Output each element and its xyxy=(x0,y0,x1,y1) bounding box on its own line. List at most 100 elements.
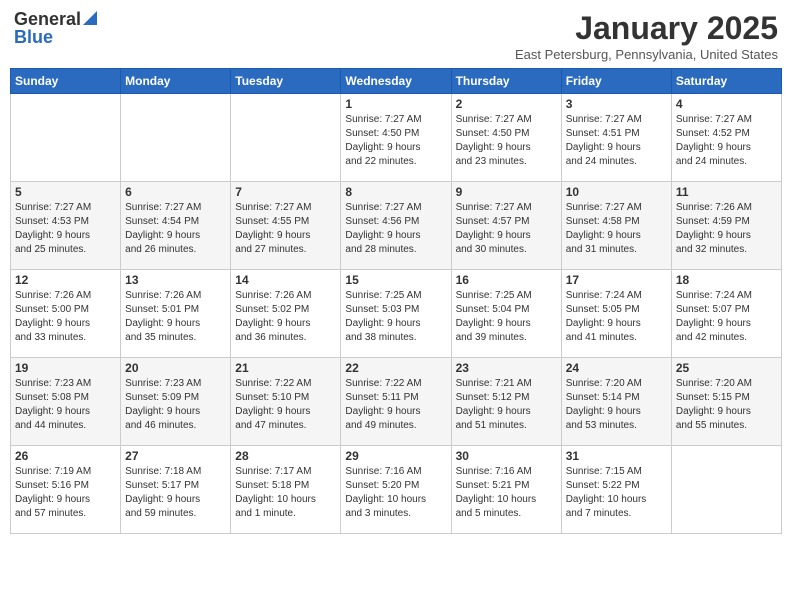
calendar-cell: 12 Sunrise: 7:26 AM Sunset: 5:00 PM Dayli… xyxy=(11,270,121,358)
day-info: Sunrise: 7:26 AM Sunset: 5:00 PM Dayligh… xyxy=(15,289,116,345)
column-header-sunday: Sunday xyxy=(11,69,121,94)
day-number: 30 xyxy=(456,449,557,463)
day-number: 22 xyxy=(345,361,446,375)
day-info: Sunrise: 7:22 AM Sunset: 5:10 PM Dayligh… xyxy=(235,377,336,433)
day-number: 28 xyxy=(235,449,336,463)
calendar-table: SundayMondayTuesdayWednesdayThursdayFrid… xyxy=(10,68,782,534)
calendar-cell: 26Sunrise: 7:19 AM Sunset: 5:16 PM Dayli… xyxy=(11,446,121,534)
day-info: Sunrise: 7:27 AM Sunset: 4:58 PM Dayligh… xyxy=(566,201,667,257)
day-info: Sunrise: 7:24 AM Sunset: 5:07 PM Dayligh… xyxy=(676,289,777,345)
day-info: Sunrise: 7:27 AM Sunset: 4:51 PM Dayligh… xyxy=(566,113,667,169)
calendar-cell: 19 Sunrise: 7:23 AM Sunset: 5:08 PM Dayli… xyxy=(11,358,121,446)
day-info: Sunrise: 7:16 AM Sunset: 5:20 PM Dayligh… xyxy=(345,465,446,521)
calendar-cell: 6 Sunrise: 7:27 AM Sunset: 4:54 PM Daylig… xyxy=(121,182,231,270)
calendar-cell: 4 Sunrise: 7:27 AM Sunset: 4:52 PM Daylig… xyxy=(671,94,781,182)
day-info: Sunrise: 7:15 AM Sunset: 5:22 PM Dayligh… xyxy=(566,465,667,521)
logo-triangle-icon xyxy=(83,11,97,29)
column-header-thursday: Thursday xyxy=(451,69,561,94)
day-number: 18 xyxy=(676,273,777,287)
day-info: Sunrise: 7:27 AM Sunset: 4:56 PM Dayligh… xyxy=(345,201,446,257)
calendar-cell: 20 Sunrise: 7:23 AM Sunset: 5:09 PM Dayli… xyxy=(121,358,231,446)
calendar-cell: 2 Sunrise: 7:27 AM Sunset: 4:50 PM Daylig… xyxy=(451,94,561,182)
calendar-week-row: 19 Sunrise: 7:23 AM Sunset: 5:08 PM Dayli… xyxy=(11,358,782,446)
day-info: Sunrise: 7:27 AM Sunset: 4:53 PM Dayligh… xyxy=(15,201,116,257)
calendar-cell: 10Sunrise: 7:27 AM Sunset: 4:58 PM Dayli… xyxy=(561,182,671,270)
day-info: Sunrise: 7:26 AM Sunset: 5:02 PM Dayligh… xyxy=(235,289,336,345)
day-number: 31 xyxy=(566,449,667,463)
calendar-cell: 17Sunrise: 7:24 AM Sunset: 5:05 PM Dayli… xyxy=(561,270,671,358)
calendar-cell: 27 Sunrise: 7:18 AM Sunset: 5:17 PM Dayli… xyxy=(121,446,231,534)
column-header-monday: Monday xyxy=(121,69,231,94)
day-number: 6 xyxy=(125,185,226,199)
day-number: 21 xyxy=(235,361,336,375)
day-number: 17 xyxy=(566,273,667,287)
day-info: Sunrise: 7:21 AM Sunset: 5:12 PM Dayligh… xyxy=(456,377,557,433)
day-number: 3 xyxy=(566,97,667,111)
calendar-week-row: 1 Sunrise: 7:27 AM Sunset: 4:50 PM Daylig… xyxy=(11,94,782,182)
day-info: Sunrise: 7:25 AM Sunset: 5:03 PM Dayligh… xyxy=(345,289,446,345)
day-info: Sunrise: 7:18 AM Sunset: 5:17 PM Dayligh… xyxy=(125,465,226,521)
column-header-saturday: Saturday xyxy=(671,69,781,94)
day-number: 20 xyxy=(125,361,226,375)
calendar-cell: 30 Sunrise: 7:16 AM Sunset: 5:21 PM Dayli… xyxy=(451,446,561,534)
calendar-cell xyxy=(121,94,231,182)
location-subtitle: East Petersburg, Pennsylvania, United St… xyxy=(515,47,778,62)
day-number: 1 xyxy=(345,97,446,111)
column-header-friday: Friday xyxy=(561,69,671,94)
day-info: Sunrise: 7:16 AM Sunset: 5:21 PM Dayligh… xyxy=(456,465,557,521)
calendar-cell: 7Sunrise: 7:27 AM Sunset: 4:55 PM Daylig… xyxy=(231,182,341,270)
day-number: 14 xyxy=(235,273,336,287)
calendar-cell: 11 Sunrise: 7:26 AM Sunset: 4:59 PM Dayli… xyxy=(671,182,781,270)
calendar-cell: 16Sunrise: 7:25 AM Sunset: 5:04 PM Dayli… xyxy=(451,270,561,358)
day-number: 4 xyxy=(676,97,777,111)
calendar-cell: 8 Sunrise: 7:27 AM Sunset: 4:56 PM Daylig… xyxy=(341,182,451,270)
day-number: 25 xyxy=(676,361,777,375)
day-number: 13 xyxy=(125,273,226,287)
day-info: Sunrise: 7:27 AM Sunset: 4:50 PM Dayligh… xyxy=(456,113,557,169)
calendar-week-row: 26Sunrise: 7:19 AM Sunset: 5:16 PM Dayli… xyxy=(11,446,782,534)
day-number: 19 xyxy=(15,361,116,375)
title-block: January 2025 East Petersburg, Pennsylvan… xyxy=(515,10,778,62)
calendar-header-row: SundayMondayTuesdayWednesdayThursdayFrid… xyxy=(11,69,782,94)
day-number: 24 xyxy=(566,361,667,375)
day-info: Sunrise: 7:23 AM Sunset: 5:09 PM Dayligh… xyxy=(125,377,226,433)
calendar-cell: 3 Sunrise: 7:27 AM Sunset: 4:51 PM Daylig… xyxy=(561,94,671,182)
day-number: 8 xyxy=(345,185,446,199)
logo-general: General xyxy=(14,10,97,28)
calendar-cell: 13Sunrise: 7:26 AM Sunset: 5:01 PM Dayli… xyxy=(121,270,231,358)
day-info: Sunrise: 7:27 AM Sunset: 4:55 PM Dayligh… xyxy=(235,201,336,257)
day-number: 5 xyxy=(15,185,116,199)
logo-blue: Blue xyxy=(14,28,53,46)
calendar-week-row: 5 Sunrise: 7:27 AM Sunset: 4:53 PM Daylig… xyxy=(11,182,782,270)
day-info: Sunrise: 7:22 AM Sunset: 5:11 PM Dayligh… xyxy=(345,377,446,433)
calendar-cell: 5 Sunrise: 7:27 AM Sunset: 4:53 PM Daylig… xyxy=(11,182,121,270)
day-number: 27 xyxy=(125,449,226,463)
day-info: Sunrise: 7:27 AM Sunset: 4:54 PM Dayligh… xyxy=(125,201,226,257)
day-info: Sunrise: 7:26 AM Sunset: 4:59 PM Dayligh… xyxy=(676,201,777,257)
calendar-cell: 1 Sunrise: 7:27 AM Sunset: 4:50 PM Daylig… xyxy=(341,94,451,182)
day-number: 9 xyxy=(456,185,557,199)
day-info: Sunrise: 7:25 AM Sunset: 5:04 PM Dayligh… xyxy=(456,289,557,345)
day-info: Sunrise: 7:27 AM Sunset: 4:52 PM Dayligh… xyxy=(676,113,777,169)
day-number: 26 xyxy=(15,449,116,463)
day-info: Sunrise: 7:23 AM Sunset: 5:08 PM Dayligh… xyxy=(15,377,116,433)
day-info: Sunrise: 7:27 AM Sunset: 4:57 PM Dayligh… xyxy=(456,201,557,257)
calendar-cell: 31 Sunrise: 7:15 AM Sunset: 5:22 PM Dayli… xyxy=(561,446,671,534)
calendar-cell: 29Sunrise: 7:16 AM Sunset: 5:20 PM Dayli… xyxy=(341,446,451,534)
calendar-cell: 22 Sunrise: 7:22 AM Sunset: 5:11 PM Dayli… xyxy=(341,358,451,446)
calendar-cell: 25Sunrise: 7:20 AM Sunset: 5:15 PM Dayli… xyxy=(671,358,781,446)
calendar-cell: 14 Sunrise: 7:26 AM Sunset: 5:02 PM Dayli… xyxy=(231,270,341,358)
calendar-cell xyxy=(671,446,781,534)
calendar-cell xyxy=(11,94,121,182)
day-info: Sunrise: 7:17 AM Sunset: 5:18 PM Dayligh… xyxy=(235,465,336,521)
column-header-wednesday: Wednesday xyxy=(341,69,451,94)
day-number: 12 xyxy=(15,273,116,287)
logo: General Blue xyxy=(14,10,97,46)
calendar-cell: 23Sunrise: 7:21 AM Sunset: 5:12 PM Dayli… xyxy=(451,358,561,446)
calendar-week-row: 12 Sunrise: 7:26 AM Sunset: 5:00 PM Dayli… xyxy=(11,270,782,358)
column-header-tuesday: Tuesday xyxy=(231,69,341,94)
day-number: 11 xyxy=(676,185,777,199)
day-number: 2 xyxy=(456,97,557,111)
day-info: Sunrise: 7:27 AM Sunset: 4:50 PM Dayligh… xyxy=(345,113,446,169)
calendar-cell: 28 Sunrise: 7:17 AM Sunset: 5:18 PM Dayli… xyxy=(231,446,341,534)
